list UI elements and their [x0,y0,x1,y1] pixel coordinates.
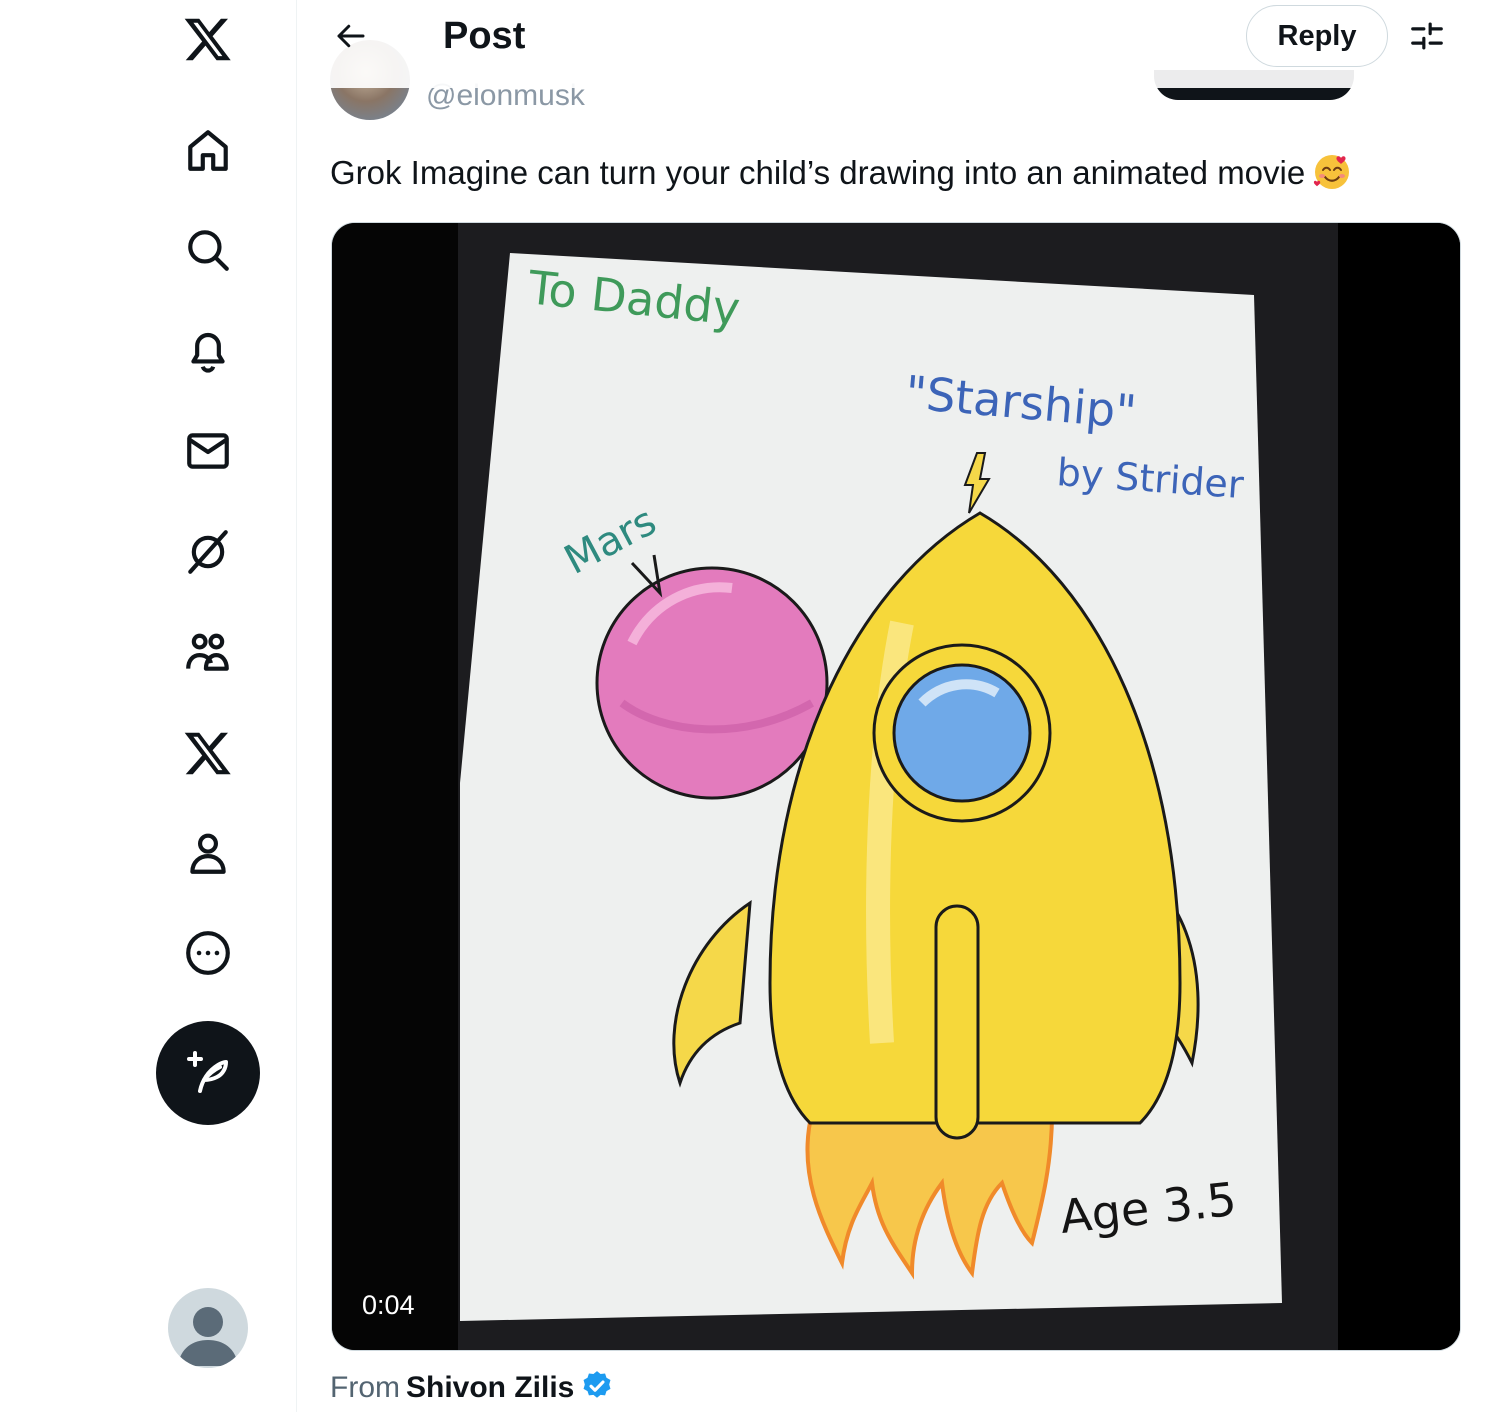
source-prefix: From [330,1371,400,1404]
video-source: From Shivon Zilis [330,1368,614,1408]
post-text-content: Grok Imagine can turn your child’s drawi… [330,154,1306,191]
sliders-icon [1411,22,1443,50]
mail-icon [187,433,229,469]
x-logo-link[interactable] [158,0,258,84]
source-name[interactable]: Shivon Zilis [406,1371,574,1404]
grok-icon [188,530,228,574]
reply-settings-button[interactable] [1403,12,1451,60]
nav-notifications[interactable] [158,305,258,395]
default-avatar-icon [178,1307,238,1366]
nav-grok[interactable] [158,507,258,597]
page-title: Post [443,15,526,57]
nav-premium[interactable] [158,708,258,798]
search-icon [188,230,229,271]
nav-messages[interactable] [158,406,258,496]
back-button[interactable] [323,8,379,64]
bell-icon [191,332,225,373]
page-header: Post Reply [297,0,1504,88]
arrow-left-icon [337,24,365,48]
smiling-face-with-hearts-icon [1314,155,1350,189]
x-logo-icon [184,732,231,775]
nav-profile[interactable] [158,808,258,898]
left-navigation [0,0,297,1412]
post-video[interactable]: To Daddy "Starship" by Strider Mars Age … [331,222,1461,1351]
post-detail: @elonmusk Post Reply Grok Imagine can tu… [297,0,1504,1412]
more-icon [186,931,230,975]
feather-plus-icon [187,1051,228,1093]
video-frame: To Daddy "Starship" by Strider Mars Age … [332,223,1460,1350]
profile-icon [190,833,226,874]
nav-communities[interactable] [158,607,258,697]
compose-post-button[interactable] [156,1021,260,1125]
nav-home[interactable] [158,105,258,195]
home-icon [188,130,228,171]
communities-icon [186,633,229,671]
nav-more[interactable] [158,908,258,998]
reply-button[interactable]: Reply [1246,5,1388,67]
video-duration: 0:04 [362,1290,415,1320]
account-avatar[interactable] [168,1288,248,1368]
nav-explore[interactable] [158,205,258,295]
post-text: Grok Imagine can turn your child’s drawi… [330,150,1353,195]
verified-badge-icon [583,1371,611,1398]
x-logo-icon [184,18,231,61]
